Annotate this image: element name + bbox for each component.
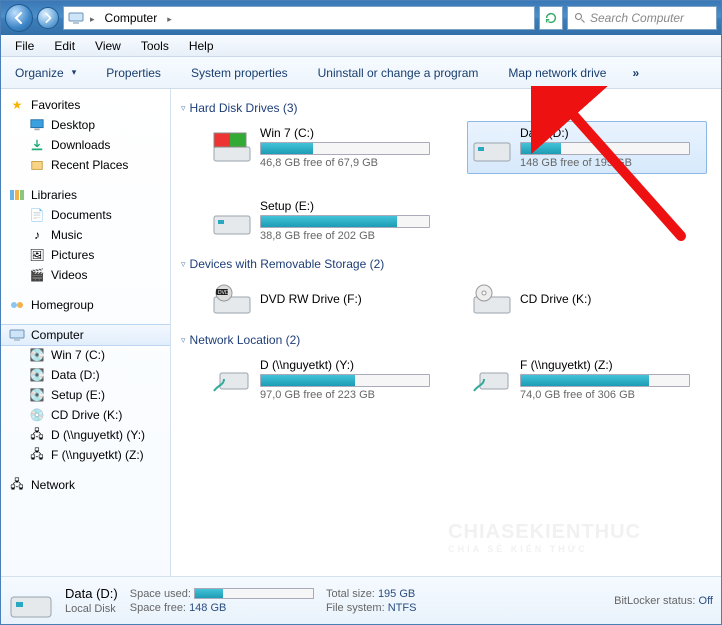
sidebar-item-netdrive-z[interactable]: 🖧F (\\nguyetkt) (Z:) [1, 445, 170, 465]
star-icon: ★ [9, 97, 25, 113]
sidebar-item-music[interactable]: ♪Music [1, 225, 170, 245]
netdrive-icon: 🖧 [29, 427, 45, 443]
sidebar-item-drive-e[interactable]: 💽Setup (E:) [1, 385, 170, 405]
usage-bar [260, 142, 430, 155]
usage-bar [520, 374, 690, 387]
address-bar-row: Computer Search Computer [1, 1, 721, 35]
collapse-icon[interactable]: ▿ [181, 103, 186, 114]
cd-icon: 💿 [29, 407, 45, 423]
refresh-button[interactable] [539, 6, 563, 30]
sidebar-network-header[interactable]: 🖧Network [1, 475, 170, 495]
documents-icon: 📄 [29, 207, 45, 223]
sidebar-item-videos[interactable]: 🎬Videos [1, 265, 170, 285]
navigation-pane: ★ Favorites Desktop Downloads Recent Plac… [1, 89, 171, 576]
drive-icon: 💽 [29, 347, 45, 363]
drive-setup-e[interactable]: Setup (E:)38,8 GB free of 202 GB [207, 194, 447, 247]
drive-data-d[interactable]: Data (D:)148 GB free of 195 GB [467, 121, 707, 174]
svg-text:DVD: DVD [218, 290, 229, 296]
section-hdd-header[interactable]: ▿Hard Disk Drives (3) [181, 101, 711, 115]
download-icon [29, 137, 45, 153]
drive-net-y[interactable]: D (\\nguyetkt) (Y:)97,0 GB free of 223 G… [207, 353, 447, 406]
section-removable-header[interactable]: ▿Devices with Removable Storage (2) [181, 257, 711, 271]
sidebar-favorites-label: Favorites [31, 98, 80, 112]
hdd-icon [9, 581, 53, 621]
netdrive-icon: 🖧 [29, 447, 45, 463]
drive-cd-k[interactable]: CD Drive (K:) [467, 277, 707, 323]
section-network-header[interactable]: ▿Network Location (2) [181, 333, 711, 347]
libraries-icon [9, 187, 25, 203]
drive-win7-c[interactable]: Win 7 (C:)46,8 GB free of 67,9 GB [207, 121, 447, 174]
homegroup-icon [9, 297, 25, 313]
search-icon [574, 12, 586, 24]
music-icon: ♪ [29, 227, 45, 243]
nav-forward-button[interactable] [37, 7, 59, 29]
sidebar-item-pictures[interactable]: 🖼Pictures [1, 245, 170, 265]
drive-dvd-f[interactable]: DVD DVD RW Drive (F:) [207, 277, 447, 323]
toolbar-system-properties[interactable]: System properties [185, 62, 294, 84]
sidebar-item-documents[interactable]: 📄Documents [1, 205, 170, 225]
dvd-drive-icon: DVD [212, 282, 252, 318]
hdd-icon [472, 130, 512, 166]
content-pane: ▿Hard Disk Drives (3) Win 7 (C:)46,8 GB … [171, 89, 721, 576]
sidebar-item-drive-d[interactable]: 💽Data (D:) [1, 365, 170, 385]
menu-file[interactable]: File [7, 37, 42, 55]
sidebar-libraries-header[interactable]: Libraries [1, 185, 170, 205]
network-drive-icon [212, 362, 252, 398]
toolbar-uninstall[interactable]: Uninstall or change a program [312, 62, 485, 84]
sidebar-computer-header[interactable]: Computer [1, 325, 170, 345]
cd-drive-icon [472, 282, 512, 318]
sidebar-item-netdrive-y[interactable]: 🖧D (\\nguyetkt) (Y:) [1, 425, 170, 445]
network-drive-icon [472, 362, 512, 398]
sidebar-item-desktop[interactable]: Desktop [1, 115, 170, 135]
search-input[interactable]: Search Computer [567, 6, 717, 30]
nav-back-button[interactable] [5, 4, 33, 32]
sidebar-favorites-header[interactable]: ★ Favorites [1, 95, 170, 115]
menu-help[interactable]: Help [181, 37, 222, 55]
pictures-icon: 🖼 [29, 247, 45, 263]
menu-view[interactable]: View [87, 37, 129, 55]
toolbar-more[interactable]: » [632, 66, 639, 80]
hdd-icon [212, 203, 252, 239]
menu-tools[interactable]: Tools [133, 37, 177, 55]
sidebar-item-drive-c[interactable]: 💽Win 7 (C:) [1, 345, 170, 365]
toolbar-map-network-drive[interactable]: Map network drive [502, 62, 612, 84]
explorer-body: ★ Favorites Desktop Downloads Recent Plac… [1, 89, 721, 576]
collapse-icon[interactable]: ▿ [181, 259, 186, 270]
details-title: Data (D:) [65, 586, 118, 601]
explorer-toolbar: Organize Properties System properties Un… [1, 57, 721, 89]
breadcrumb-sep [88, 11, 97, 25]
videos-icon: 🎬 [29, 267, 45, 283]
details-subtitle: Local Disk [65, 603, 118, 615]
computer-icon [68, 10, 84, 26]
drive-icon: 💽 [29, 367, 45, 383]
desktop-icon [29, 117, 45, 133]
recent-icon [29, 157, 45, 173]
toolbar-properties[interactable]: Properties [100, 62, 167, 84]
sidebar-item-recent[interactable]: Recent Places [1, 155, 170, 175]
breadcrumb-computer[interactable]: Computer [101, 11, 162, 25]
search-placeholder: Search Computer [590, 11, 684, 25]
usage-bar [260, 374, 430, 387]
sidebar-homegroup-header[interactable]: Homegroup [1, 295, 170, 315]
os-drive-icon [212, 130, 252, 166]
sidebar-item-drive-k[interactable]: 💿CD Drive (K:) [1, 405, 170, 425]
menu-bar: File Edit View Tools Help [1, 35, 721, 57]
drive-icon: 💽 [29, 387, 45, 403]
usage-bar [260, 215, 430, 228]
network-icon: 🖧 [9, 477, 25, 493]
computer-icon [9, 327, 25, 343]
address-bar[interactable]: Computer [63, 6, 535, 30]
breadcrumb-sep [165, 11, 174, 25]
drive-net-z[interactable]: F (\\nguyetkt) (Z:)74,0 GB free of 306 G… [467, 353, 707, 406]
toolbar-organize[interactable]: Organize [9, 62, 82, 84]
usage-bar [194, 588, 314, 599]
collapse-icon[interactable]: ▿ [181, 335, 186, 346]
sidebar-item-downloads[interactable]: Downloads [1, 135, 170, 155]
details-pane: Data (D:) Local Disk Space used: Space f… [1, 576, 721, 624]
menu-edit[interactable]: Edit [46, 37, 83, 55]
usage-bar [520, 142, 690, 155]
